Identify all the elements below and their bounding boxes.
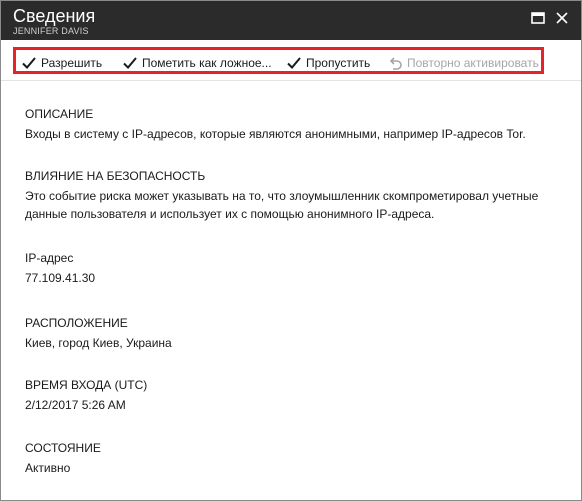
ip-value: 77.109.41.30	[25, 271, 96, 285]
location-section: РАСПОЛОЖЕНИЕ Киев, город Киев, Украина	[25, 316, 565, 352]
checkmark-icon	[287, 56, 301, 69]
impact-section: ВЛИЯНИЕ НА БЕЗОПАСНОСТЬ Это событие риск…	[25, 169, 565, 223]
ip-label: IP-адрес	[25, 251, 74, 265]
maximize-icon	[531, 12, 545, 24]
blade-title: Сведения	[13, 6, 96, 26]
blade-subtitle: JENNIFER DAVIS	[13, 26, 89, 36]
reactivate-label: Повторно активировать	[407, 55, 539, 70]
close-icon	[556, 12, 568, 24]
signin-time-section: ВРЕМЯ ВХОДА (UTC) 2/12/2017 5:26 AM	[25, 378, 565, 414]
description-label: ОПИСАНИЕ	[25, 107, 94, 121]
signin-time-label: ВРЕМЯ ВХОДА (UTC)	[25, 378, 148, 392]
impact-label: ВЛИЯНИЕ НА БЕЗОПАСНОСТЬ	[25, 169, 206, 183]
description-section: ОПИСАНИЕ Входы в систему с IP-адресов, к…	[25, 107, 565, 143]
allow-button[interactable]: Разрешить	[21, 54, 102, 71]
skip-label: Пропустить	[306, 55, 371, 70]
mark-false-label: Пометить как ложное...	[142, 55, 272, 70]
location-value: Киев, город Киев, Украина	[25, 336, 172, 350]
impact-value: Это событие риска может указывать на то,…	[25, 189, 539, 221]
checkmark-icon	[22, 56, 36, 69]
skip-button[interactable]: Пропустить	[286, 54, 370, 71]
blade-header: Сведения JENNIFER DAVIS	[1, 1, 581, 40]
command-bar-highlight: Разрешить Пометить как ложное... Пропуст…	[13, 47, 544, 74]
details-blade: Сведения JENNIFER DAVIS Разрешить Помети…	[0, 0, 582, 501]
signin-time-value: 2/12/2017 5:26 AM	[25, 398, 126, 412]
reactivate-button[interactable]: Повторно активировать	[387, 54, 539, 71]
maximize-button[interactable]	[529, 9, 547, 27]
close-button[interactable]	[553, 9, 571, 27]
undo-icon	[389, 56, 402, 70]
allow-label: Разрешить	[41, 55, 103, 70]
status-section: СОСТОЯНИЕ Активно	[25, 441, 565, 477]
status-label: СОСТОЯНИЕ	[25, 441, 101, 455]
ip-section: IP-адрес 77.109.41.30	[25, 251, 565, 287]
description-value: Входы в систему с IP-адресов, которые яв…	[25, 127, 526, 141]
toolbar-divider	[1, 80, 581, 81]
status-value: Активно	[25, 461, 71, 475]
mark-false-positive-button[interactable]: Пометить как ложное...	[122, 54, 272, 71]
checkmark-icon	[123, 56, 137, 69]
location-label: РАСПОЛОЖЕНИЕ	[25, 316, 128, 330]
